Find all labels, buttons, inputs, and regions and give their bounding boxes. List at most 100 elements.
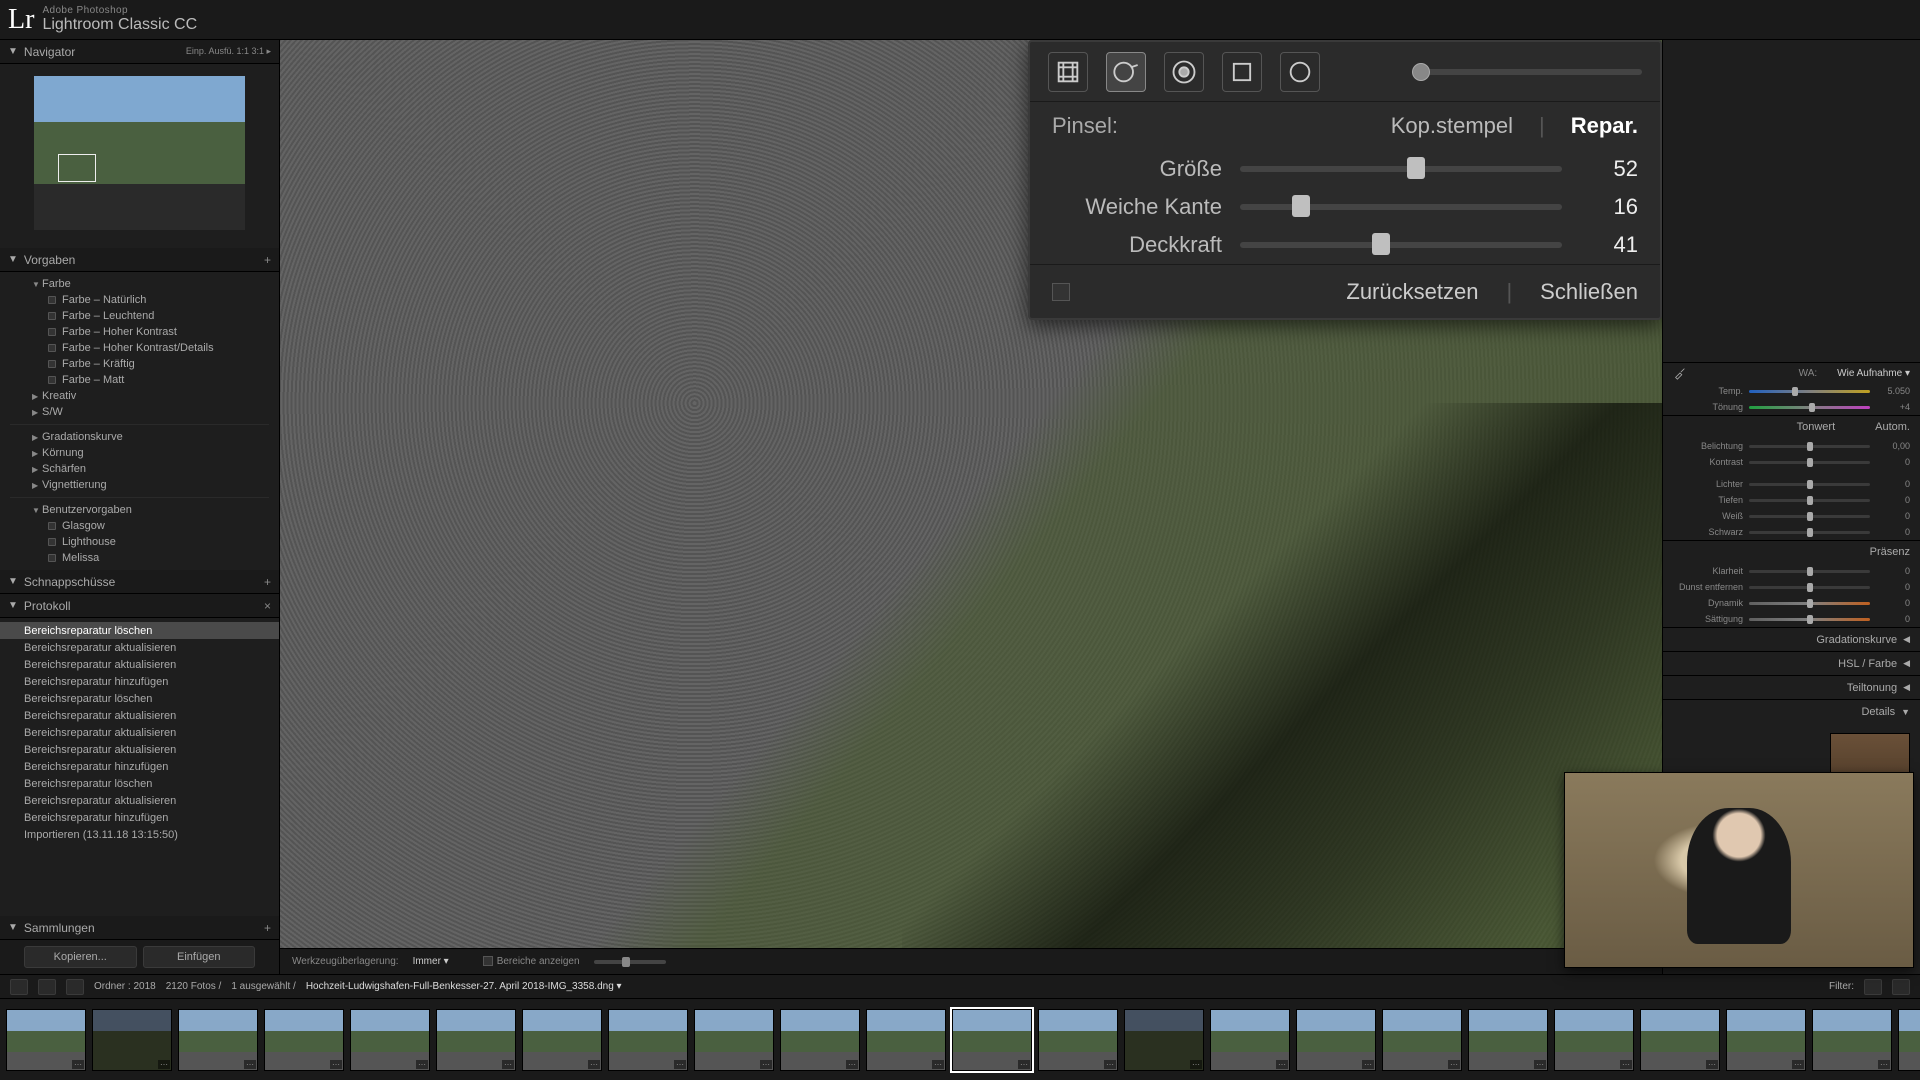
auto-button[interactable]: Autom. (1875, 421, 1910, 433)
presets-header[interactable]: ▼ Vorgaben + (0, 248, 279, 272)
preset-group[interactable]: ▼Farbe (0, 276, 279, 292)
filmstrip-thumb[interactable]: ⋯ (522, 1009, 602, 1071)
collections-header[interactable]: ▼ Sammlungen + (0, 916, 279, 940)
filmstrip-thumb[interactable]: ⋯ (350, 1009, 430, 1071)
history-header[interactable]: ▼ Protokoll × (0, 594, 279, 618)
close-icon[interactable]: × (264, 599, 271, 613)
dehaze-slider[interactable] (1749, 586, 1870, 589)
feather-slider[interactable] (1240, 204, 1562, 210)
preset-group[interactable]: ▶S/W (0, 404, 279, 420)
spot-removal-tool[interactable] (1106, 52, 1146, 92)
tint-slider[interactable] (1749, 406, 1870, 409)
history-item[interactable]: Bereichsreparatur hinzufügen (0, 809, 279, 826)
preset-item[interactable]: Farbe – Kräftig (0, 356, 279, 372)
preset-item[interactable]: Glasgow (0, 518, 279, 534)
preset-group[interactable]: ▶Körnung (0, 445, 279, 461)
preset-item[interactable]: Farbe – Matt (0, 372, 279, 388)
filmstrip-thumb[interactable]: ⋯ (780, 1009, 860, 1071)
filmstrip-thumb[interactable]: ⋯ (178, 1009, 258, 1071)
filmstrip-thumb[interactable]: ⋯ (866, 1009, 946, 1071)
close-button[interactable]: Schließen (1540, 279, 1638, 305)
show-areas-slider[interactable] (594, 960, 666, 964)
mode-clone[interactable]: Kop.stempel (1391, 113, 1513, 139)
paste-button[interactable]: Einfügen (143, 946, 256, 968)
preset-item[interactable]: Farbe – Hoher Kontrast (0, 324, 279, 340)
preset-item[interactable]: Farbe – Natürlich (0, 292, 279, 308)
copy-button[interactable]: Kopieren... (24, 946, 137, 968)
filmstrip-thumb[interactable]: ⋯ (1382, 1009, 1462, 1071)
detail-panel[interactable]: Details▼ (1663, 699, 1920, 723)
preset-group[interactable]: ▶Schärfen (0, 461, 279, 477)
blacks-slider[interactable] (1749, 531, 1870, 534)
overlay-dropdown[interactable]: Immer ▾ (413, 956, 449, 967)
wb-dropdown[interactable]: Wie Aufnahme ▾ (1837, 368, 1910, 379)
preset-item[interactable]: Melissa (0, 550, 279, 566)
clarity-slider[interactable] (1749, 570, 1870, 573)
filmstrip-thumb[interactable]: ⋯ (952, 1009, 1032, 1071)
preset-group[interactable]: ▶Kreativ (0, 388, 279, 404)
loupe-view-button[interactable] (38, 979, 56, 995)
filmstrip-thumb[interactable]: ⋯ (1726, 1009, 1806, 1071)
crop-tool[interactable] (1048, 52, 1088, 92)
history-item[interactable]: Bereichsreparatur hinzufügen (0, 758, 279, 775)
plus-icon[interactable]: + (264, 575, 271, 589)
eyedropper-icon[interactable] (1673, 366, 1687, 380)
history-item[interactable]: Bereichsreparatur aktualisieren (0, 639, 279, 656)
preset-item[interactable]: Lighthouse (0, 534, 279, 550)
temp-slider[interactable] (1749, 390, 1870, 393)
filmstrip-thumb[interactable]: ⋯ (1124, 1009, 1204, 1071)
filter-flag-button[interactable] (1864, 979, 1882, 995)
filmstrip-thumb[interactable]: ⋯ (1812, 1009, 1892, 1071)
size-slider[interactable] (1240, 166, 1562, 172)
tool-strip-slider[interactable] (1412, 69, 1642, 75)
image-canvas[interactable]: Pinsel: Kop.stempel | Repar. Größe 52 We… (280, 40, 1662, 948)
mode-heal[interactable]: Repar. (1571, 113, 1638, 139)
filmstrip-thumb[interactable]: ⋯ (608, 1009, 688, 1071)
exposure-slider[interactable] (1749, 445, 1870, 448)
history-item[interactable]: Bereichsreparatur aktualisieren (0, 792, 279, 809)
navigator-header[interactable]: ▼ Navigator Einp. Ausfü. 1:1 3:1 ▸ (0, 40, 279, 64)
filmstrip[interactable]: ⋯⋯⋯⋯⋯⋯⋯⋯⋯⋯⋯⋯⋯⋯⋯⋯⋯⋯⋯⋯⋯⋯⋯ (0, 998, 1920, 1080)
history-item[interactable]: Bereichsreparatur aktualisieren (0, 741, 279, 758)
filmstrip-thumb[interactable]: ⋯ (1468, 1009, 1548, 1071)
filmstrip-thumb[interactable]: ⋯ (694, 1009, 774, 1071)
navigator-rect[interactable] (58, 154, 96, 182)
hsl-panel[interactable]: HSL / Farbe◀ (1663, 651, 1920, 675)
saturation-slider[interactable] (1749, 618, 1870, 621)
preset-item[interactable]: Farbe – Hoher Kontrast/Details (0, 340, 279, 356)
radial-filter-tool[interactable] (1280, 52, 1320, 92)
history-item[interactable]: Importieren (13.11.18 13:15:50) (0, 826, 279, 843)
highlights-slider[interactable] (1749, 483, 1870, 486)
filmstrip-thumb[interactable]: ⋯ (1554, 1009, 1634, 1071)
history-item[interactable]: Bereichsreparatur aktualisieren (0, 707, 279, 724)
filmstrip-thumb[interactable]: ⋯ (1210, 1009, 1290, 1071)
history-item[interactable]: Bereichsreparatur aktualisieren (0, 656, 279, 673)
preset-item[interactable]: Farbe – Leuchtend (0, 308, 279, 324)
filmstrip-thumb[interactable]: ⋯ (1640, 1009, 1720, 1071)
filmstrip-thumb[interactable]: ⋯ (92, 1009, 172, 1071)
curve-panel[interactable]: Gradationskurve◀ (1663, 627, 1920, 651)
second-screen-button[interactable] (66, 979, 84, 995)
grid-view-button[interactable] (10, 979, 28, 995)
graduated-filter-tool[interactable] (1222, 52, 1262, 92)
reset-button[interactable]: Zurücksetzen (1346, 279, 1478, 305)
snapshots-header[interactable]: ▼ Schnappschüsse + (0, 570, 279, 594)
contrast-slider[interactable] (1749, 461, 1870, 464)
vibrance-slider[interactable] (1749, 602, 1870, 605)
whites-slider[interactable] (1749, 515, 1870, 518)
user-presets-group[interactable]: ▼Benutzervorgaben (0, 502, 279, 518)
filmstrip-thumb[interactable]: ⋯ (1898, 1009, 1920, 1071)
history-item[interactable]: Bereichsreparatur löschen (0, 622, 279, 639)
show-areas-checkbox[interactable] (483, 956, 493, 966)
filmstrip-thumb[interactable]: ⋯ (1038, 1009, 1118, 1071)
shadows-slider[interactable] (1749, 499, 1870, 502)
panel-toggle[interactable] (1052, 283, 1070, 301)
history-item[interactable]: Bereichsreparatur löschen (0, 690, 279, 707)
opacity-slider[interactable] (1240, 242, 1562, 248)
navigator-preview[interactable] (0, 64, 279, 248)
preset-group[interactable]: ▶Gradationskurve (0, 429, 279, 445)
history-item[interactable]: Bereichsreparatur löschen (0, 775, 279, 792)
history-item[interactable]: Bereichsreparatur hinzufügen (0, 673, 279, 690)
filmstrip-thumb[interactable]: ⋯ (436, 1009, 516, 1071)
filter-menu-button[interactable] (1892, 979, 1910, 995)
